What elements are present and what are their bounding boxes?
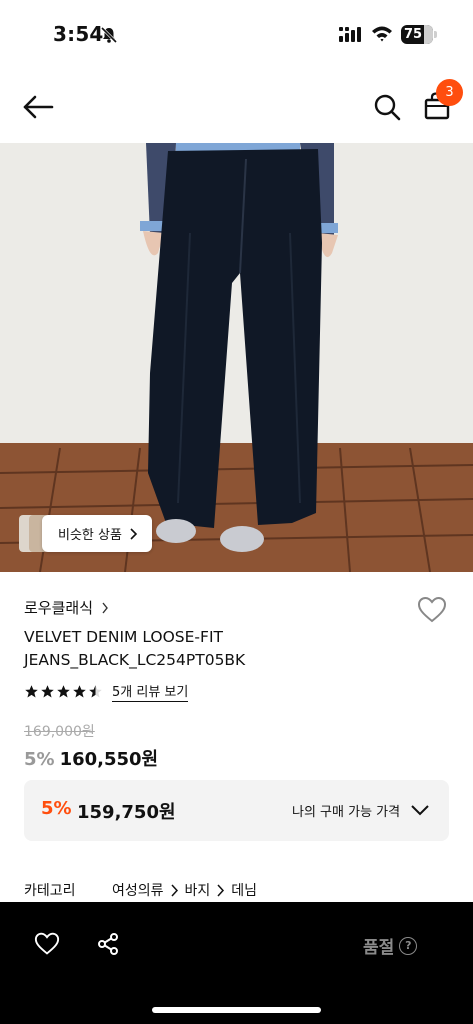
top-nav: 3 [0, 78, 473, 142]
category-item[interactable]: 데님 [231, 880, 257, 900]
wishlist-heart-icon[interactable] [34, 932, 60, 956]
similar-products-label: 비슷한 상품 [58, 528, 122, 543]
chevron-right-icon [130, 527, 138, 540]
bottom-action-bar: 품절 ? [0, 902, 473, 1024]
help-icon[interactable]: ? [399, 936, 418, 955]
rating-row: 5개 리뷰 보기 [24, 681, 189, 702]
chevron-right-icon [170, 883, 178, 897]
brand-name: 로우클래식 [24, 599, 94, 617]
product-photo-illustration [0, 143, 473, 572]
category-item[interactable]: 여성의류 [112, 880, 164, 900]
product-image[interactable]: 비슷한 상품 [0, 143, 473, 572]
category-row: 카테고리 여성의류 바지 데님 [24, 880, 257, 900]
cellular-signal-icon [339, 27, 361, 42]
product-title-line-1: VELVET DENIM LOOSE-FIT [24, 628, 223, 646]
back-arrow-icon[interactable] [22, 93, 54, 121]
sale-price: 160,550원 [59, 749, 159, 770]
product-title: VELVET DENIM LOOSE-FIT JEANS_BLACK_LC254… [24, 626, 324, 672]
status-time: 3:54 [53, 22, 104, 46]
home-indicator [152, 1007, 321, 1013]
category-item[interactable]: 바지 [185, 880, 211, 900]
star-icon [41, 685, 54, 698]
star-rating [24, 684, 103, 699]
member-discount-rate: 5% [41, 798, 72, 819]
chevron-down-icon [411, 805, 429, 816]
category-breadcrumb: 여성의류 바지 데님 [112, 880, 257, 900]
cart-count-badge: 3 [436, 79, 463, 106]
battery-indicator: 75 [401, 25, 437, 44]
chevron-right-icon [102, 602, 108, 613]
soldout-label: 품절 [363, 938, 395, 958]
chevron-right-icon [217, 883, 225, 897]
original-price: 169,000원 [24, 724, 95, 740]
wishlist-heart-icon[interactable] [417, 596, 447, 624]
sale-price-row: 5% 160,550원 [24, 745, 158, 771]
reviews-link[interactable]: 5개 리뷰 보기 [112, 681, 189, 702]
member-price-box[interactable]: 5% 159,750원 나의 구매 가능 가격 [24, 780, 449, 841]
discount-rate: 5% [24, 749, 55, 770]
category-label: 카테고리 [24, 883, 76, 899]
half-star-icon [89, 685, 102, 698]
soldout-status: 품절 ? [363, 933, 418, 958]
star-icon [25, 685, 38, 698]
search-icon[interactable] [373, 93, 401, 121]
battery-level: 75 [404, 27, 423, 42]
member-price-label: 나의 구매 가능 가격 [292, 805, 401, 820]
product-title-line-2: JEANS_BLACK_LC254PT05BK [24, 651, 246, 669]
similar-products-button[interactable]: 비슷한 상품 [42, 515, 152, 552]
share-icon[interactable] [96, 932, 120, 956]
member-price: 159,750원 [77, 802, 176, 823]
star-icon [73, 685, 86, 698]
brand-link[interactable]: 로우클래식 [24, 597, 109, 618]
status-bar: 3:54 75 [0, 0, 473, 70]
star-icon [57, 685, 70, 698]
bell-muted-icon [100, 26, 118, 44]
wifi-icon [372, 26, 392, 42]
